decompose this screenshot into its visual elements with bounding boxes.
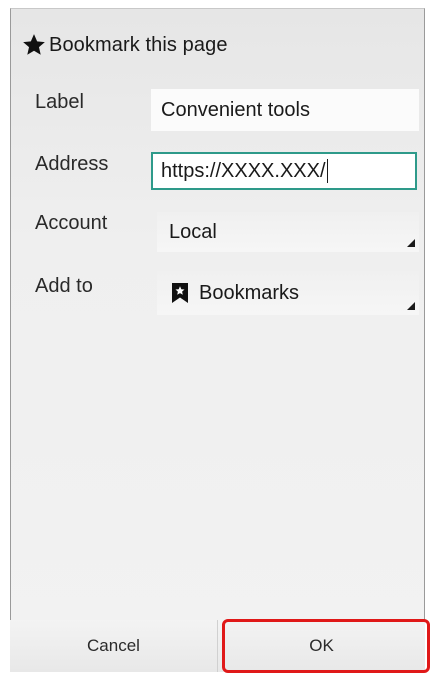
dialog-button-bar: Cancel OK — [10, 620, 425, 672]
star-icon — [21, 32, 47, 58]
label-input[interactable]: Convenient tools — [151, 89, 419, 131]
address-field-label: Address — [35, 153, 109, 175]
address-input[interactable]: https://XXXX.XXX/ — [151, 152, 417, 190]
account-select[interactable]: Local — [157, 212, 419, 252]
dropdown-indicator-icon — [407, 302, 415, 310]
account-select-value: Local — [169, 220, 217, 243]
add-to-field-label: Add to — [35, 275, 93, 297]
text-cursor — [326, 159, 328, 183]
label-input-value: Convenient tools — [161, 98, 310, 121]
add-to-select[interactable]: Bookmarks — [157, 271, 419, 315]
screen: Bookmark this page Label Convenient tool… — [0, 0, 432, 677]
dropdown-indicator-icon — [407, 239, 415, 247]
label-field-label: Label — [35, 91, 84, 113]
bookmark-dialog: Bookmark this page Label Convenient tool… — [10, 8, 425, 672]
dialog-title: Bookmark this page — [49, 33, 228, 56]
ok-button[interactable]: OK — [218, 620, 425, 672]
cancel-button[interactable]: Cancel — [10, 620, 218, 672]
bookmark-star-icon — [171, 283, 189, 303]
add-to-select-value: Bookmarks — [199, 281, 300, 304]
dialog-header: Bookmark this page — [21, 27, 228, 63]
address-input-value: https://XXXX.XXX/ — [161, 159, 326, 182]
account-field-label: Account — [35, 212, 108, 234]
